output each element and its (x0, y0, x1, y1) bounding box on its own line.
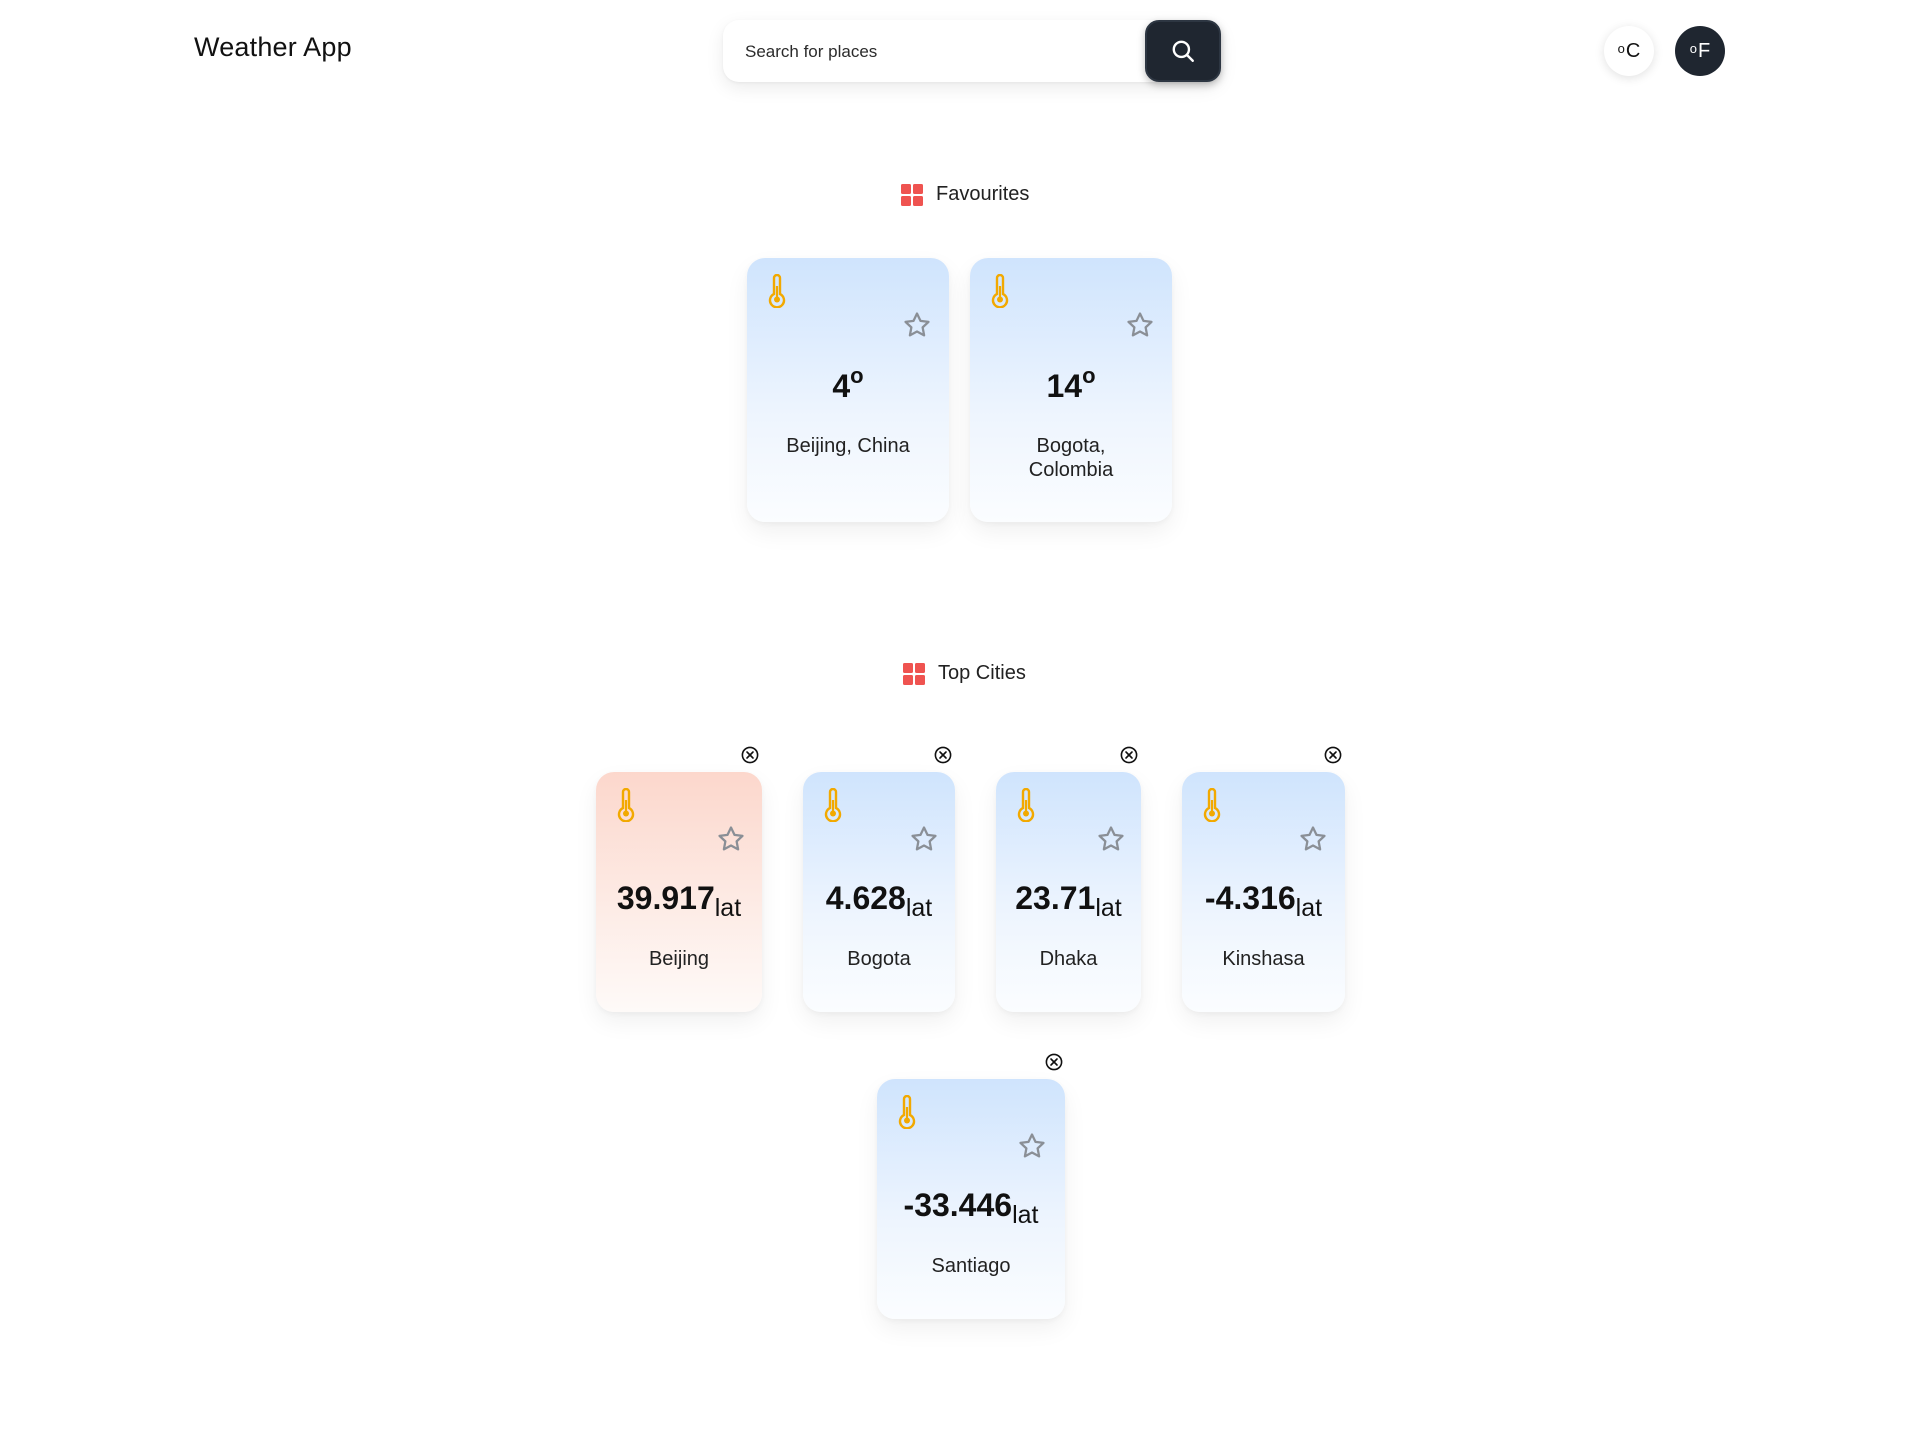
remove-city-button[interactable] (1045, 1053, 1063, 1071)
temperature: 14o (970, 363, 1172, 405)
star-icon[interactable] (1096, 824, 1126, 854)
thermometer-icon (1203, 788, 1221, 822)
remove-city-button[interactable] (934, 746, 952, 764)
fahrenheit-toggle[interactable]: oF (1675, 26, 1725, 76)
degree-symbol: o (1082, 363, 1096, 388)
temperature: 4o (747, 363, 949, 405)
thermometer-icon (824, 788, 842, 822)
fahrenheit-label: F (1698, 39, 1711, 62)
temperature-value: 4 (832, 368, 851, 404)
search-button[interactable] (1145, 20, 1221, 82)
city-name: Beijing (648, 948, 710, 970)
latitude: 4.628lat (803, 880, 955, 922)
degree-symbol: o (1689, 40, 1697, 56)
favourites-heading: Favourites (901, 183, 1029, 206)
search-icon (1172, 40, 1194, 62)
city-name: Dhaka (1039, 948, 1098, 970)
remove-city-button[interactable] (1324, 746, 1342, 764)
temperature-value: 14 (1046, 368, 1083, 404)
thermometer-icon (898, 1095, 916, 1129)
city-card[interactable]: -33.446lat Santiago (877, 1079, 1065, 1319)
grid-icon (903, 662, 925, 685)
degree-symbol: o (850, 363, 864, 388)
city-name: Beijing, China (786, 435, 910, 457)
latitude-value: 23.71 (1015, 880, 1096, 916)
latitude: 23.71lat (996, 880, 1141, 922)
latitude-unit: lat (905, 894, 933, 922)
section-title: Top Cities (938, 662, 1026, 684)
latitude-value: 4.628 (825, 880, 906, 916)
city-card[interactable]: 4.628lat Bogota (803, 772, 955, 1012)
thermometer-icon (768, 274, 786, 308)
star-icon[interactable] (1298, 824, 1328, 854)
thermometer-icon (617, 788, 635, 822)
star-icon[interactable] (1017, 1131, 1047, 1161)
city-name: Santiago (931, 1255, 1011, 1277)
city-name-line: Colombia (1028, 459, 1114, 481)
city-card[interactable]: -4.316lat Kinshasa (1182, 772, 1345, 1012)
thermometer-icon (991, 274, 1009, 308)
favourite-card[interactable]: 4o Beijing, China (747, 258, 949, 522)
latitude-unit: lat (1295, 894, 1323, 922)
remove-city-button[interactable] (1120, 746, 1138, 764)
latitude-value: -33.446 (903, 1187, 1013, 1223)
thermometer-icon (1017, 788, 1035, 822)
grid-icon (901, 183, 923, 206)
remove-city-button[interactable] (741, 746, 759, 764)
star-icon[interactable] (909, 824, 939, 854)
latitude-value: 39.917 (616, 880, 715, 916)
latitude: -33.446lat (877, 1187, 1065, 1229)
star-icon[interactable] (1125, 310, 1155, 340)
latitude-unit: lat (714, 894, 742, 922)
star-icon[interactable] (716, 824, 746, 854)
latitude: 39.917lat (596, 880, 762, 922)
celsius-label: C (1625, 39, 1641, 62)
city-name: Kinshasa (1222, 948, 1305, 970)
celsius-toggle[interactable]: oC (1604, 26, 1654, 76)
latitude-unit: lat (1095, 894, 1122, 922)
app-header: Weather App oC oF (0, 0, 1920, 100)
latitude-unit: lat (1012, 1201, 1039, 1229)
latitude-value: -4.316 (1204, 880, 1296, 916)
star-icon[interactable] (902, 310, 932, 340)
city-card[interactable]: 39.917lat Beijing (596, 772, 762, 1012)
top-cities-heading: Top Cities (903, 662, 1026, 685)
city-card[interactable]: 23.71lat Dhaka (996, 772, 1141, 1012)
search-bar (723, 20, 1221, 82)
app-title: Weather App (194, 32, 352, 62)
favourite-card[interactable]: 14o Bogota, Colombia (970, 258, 1172, 522)
search-input[interactable] (743, 34, 1127, 70)
city-name-line: Bogota, (1036, 435, 1106, 457)
city-name: Bogota (847, 948, 911, 970)
latitude: -4.316lat (1182, 880, 1345, 922)
city-name: Bogota, Colombia (970, 434, 1172, 482)
section-title: Favourites (936, 183, 1030, 205)
degree-symbol: o (1617, 40, 1625, 56)
